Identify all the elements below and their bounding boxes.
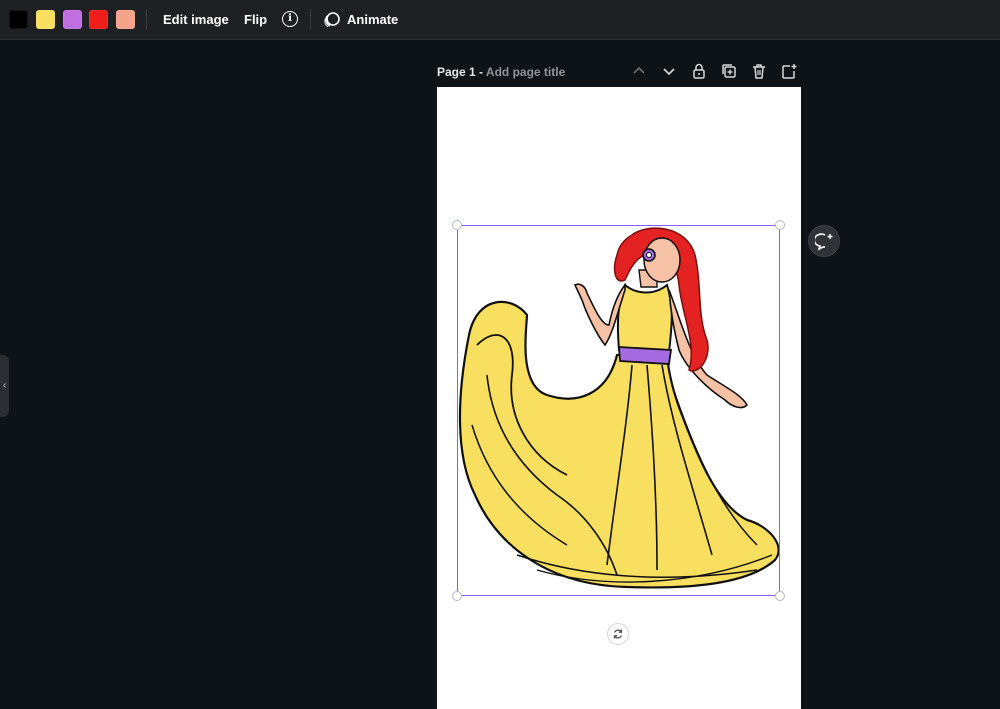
- toolbar-divider: [146, 9, 147, 30]
- animate-icon[interactable]: [323, 11, 341, 29]
- chevron-up-icon[interactable]: [630, 62, 648, 80]
- toolbar: Edit image Flip i Animate: [0, 0, 1000, 40]
- info-icon[interactable]: i: [282, 11, 298, 27]
- color-swatch-purple[interactable]: [63, 10, 82, 29]
- color-swatch-peach[interactable]: [116, 10, 135, 29]
- page-label: Page 1 -: [437, 65, 486, 79]
- page-header: Page 1 - Add page title: [437, 63, 565, 81]
- selection-box: [457, 225, 780, 596]
- rotate-icon[interactable]: [607, 623, 629, 645]
- toolbar-divider: [310, 9, 311, 30]
- edit-image-button[interactable]: Edit image: [163, 0, 229, 39]
- collapse-panel-handle[interactable]: ‹: [0, 355, 9, 417]
- color-swatch-yellow[interactable]: [36, 10, 55, 29]
- animate-button[interactable]: Animate: [347, 0, 398, 39]
- page-title-input[interactable]: Add page title: [486, 65, 565, 79]
- duplicate-icon[interactable]: [720, 62, 738, 80]
- add-page-icon[interactable]: [780, 62, 798, 80]
- comment-plus-icon: [813, 233, 833, 251]
- resize-handle-bottom-left[interactable]: [452, 591, 462, 601]
- resize-handle-top-right[interactable]: [775, 220, 785, 230]
- flip-button[interactable]: Flip: [244, 0, 267, 39]
- resize-handle-top-left[interactable]: [452, 220, 462, 230]
- lock-icon[interactable]: [690, 62, 708, 80]
- color-swatch-red[interactable]: [89, 10, 108, 29]
- chevron-down-icon[interactable]: [660, 62, 678, 80]
- resize-handle-bottom-right[interactable]: [775, 591, 785, 601]
- add-comment-button[interactable]: [808, 225, 840, 257]
- color-swatch-black[interactable]: [9, 10, 28, 29]
- trash-icon[interactable]: [750, 62, 768, 80]
